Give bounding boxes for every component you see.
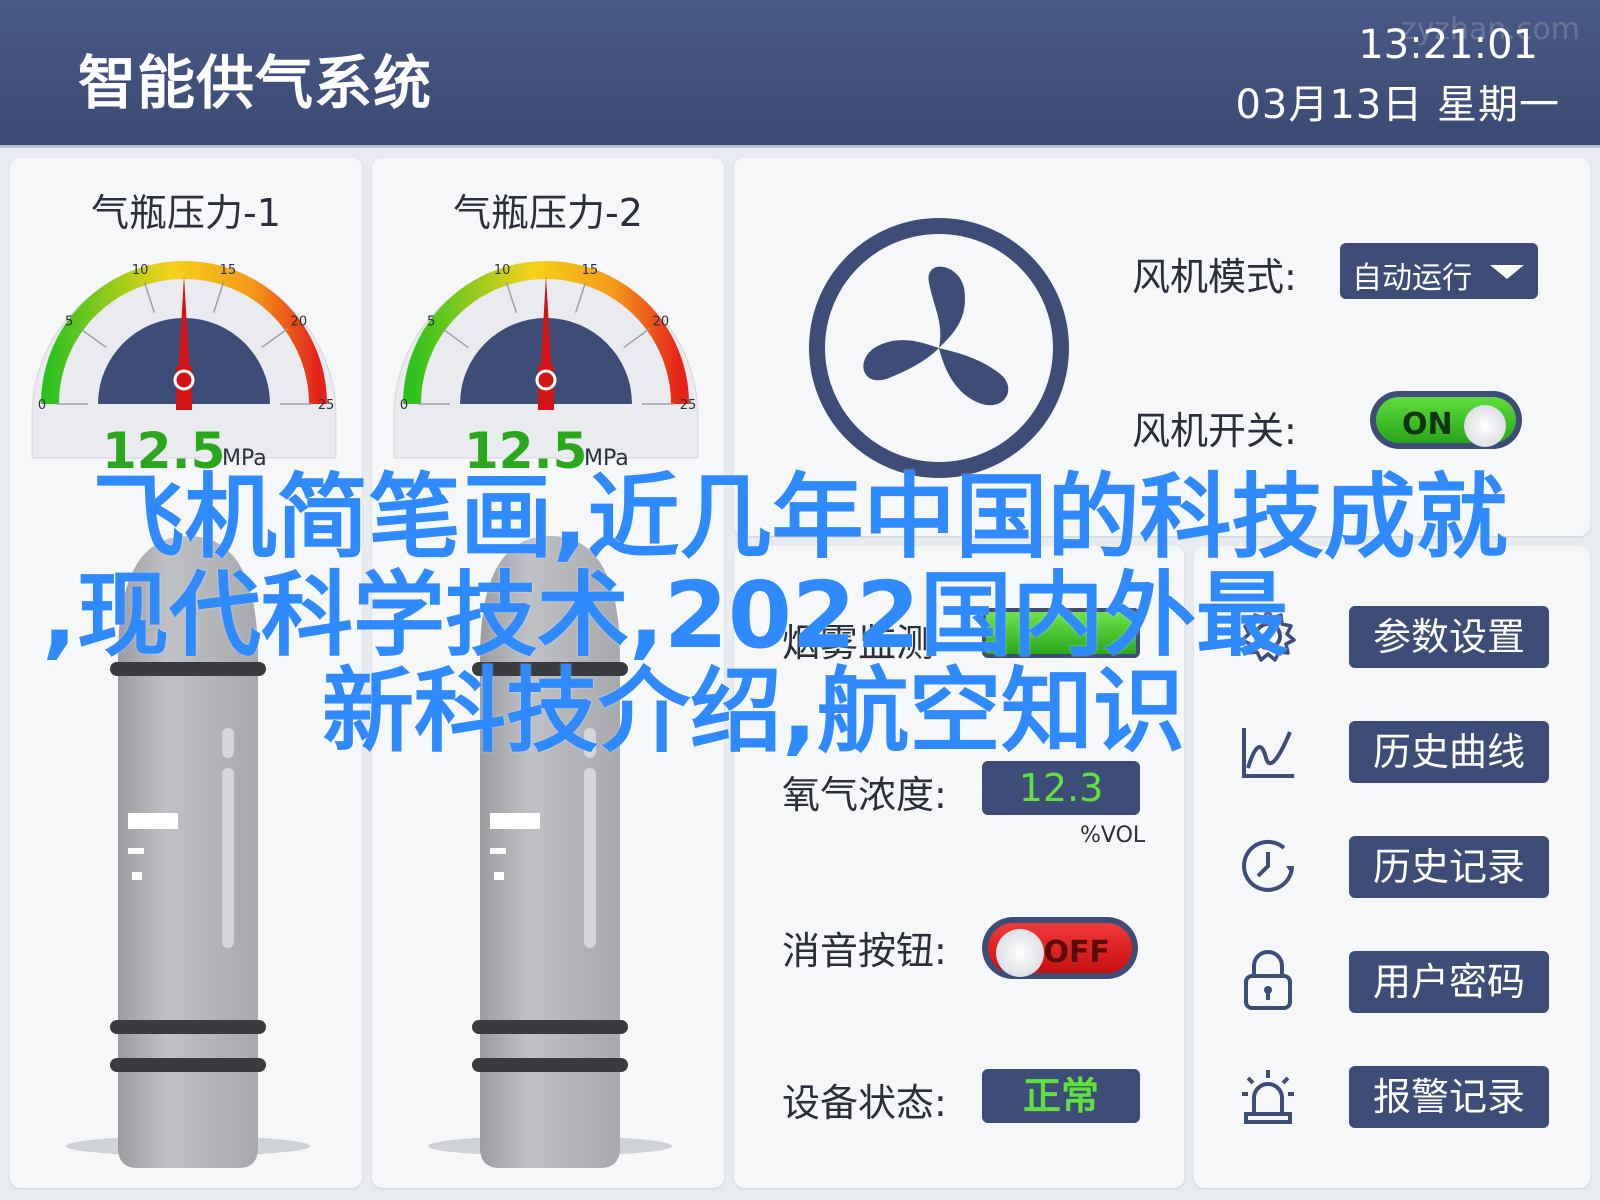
clock-time: 13:21:01	[1358, 22, 1538, 68]
alarm-icon	[1242, 1070, 1294, 1124]
gauge-tick-label: 0	[38, 398, 46, 413]
fan-mode-dropdown[interactable]: 自动运行	[1340, 243, 1538, 299]
lock-icon	[1244, 950, 1292, 1010]
device-status-label: 设备状态:	[782, 1081, 947, 1125]
menu-button-params[interactable]: 参数设置	[1349, 606, 1549, 668]
overlay-caption-line-2: ,现代科学技术,2022国内外最	[42, 562, 1288, 669]
toggle-knob	[996, 929, 1044, 977]
app-title: 智能供气系统	[78, 49, 433, 117]
gauge-tick-label: 25	[318, 398, 335, 413]
fan-switch-label: 风机开关:	[1132, 409, 1297, 453]
fan-mode-value: 自动运行	[1352, 261, 1472, 296]
menu-button-user-password[interactable]: 用户密码	[1349, 951, 1549, 1013]
gauge-tick-label: 20	[653, 315, 670, 330]
device-status-badge: 正常	[982, 1069, 1140, 1123]
chevron-down-icon	[1490, 265, 1524, 279]
gauge-tick-label: 15	[582, 263, 599, 278]
overlay-caption-line-3: 新科技介绍,航空知识	[322, 658, 1185, 765]
overlay-caption-line-1: 飞机简笔画,近几年中国的科技成就	[92, 464, 1508, 571]
menu-button-alarm-records[interactable]: 报警记录	[1349, 1066, 1549, 1128]
gauge-tick-label: 25	[680, 398, 697, 413]
cylinder-panel-1: 气瓶压力-1 0 5 10 15 20 25 12.5 MPa	[10, 158, 362, 1188]
oxygen-value: 12.3	[982, 761, 1140, 815]
mute-label: 消音按钮:	[782, 929, 947, 973]
mute-toggle[interactable]: OFF	[982, 917, 1138, 979]
fan-switch-state: ON	[1402, 407, 1453, 442]
gauge-tick-label: 0	[400, 398, 408, 413]
clock-date: 03月13日 星期一	[1235, 82, 1560, 128]
gauge-tick-label: 10	[132, 263, 149, 278]
gauge-tick-label: 20	[291, 315, 308, 330]
top-bar: 智能供气系统 zyzhan.com 13:21:01 03月13日 星期一	[0, 0, 1600, 148]
gauge-and-cylinder-1: 0 5 10 15 20 25	[31, 261, 337, 1168]
menu-button-history-records[interactable]: 历史记录	[1349, 836, 1549, 898]
gauge-tick-label: 5	[65, 315, 73, 330]
gauge-tick-label: 10	[494, 263, 511, 278]
mute-state: OFF	[1043, 935, 1111, 970]
fan-icon	[809, 218, 1069, 478]
clock-icon	[1242, 839, 1294, 892]
toggle-track: OFF	[988, 923, 1132, 977]
oxygen-unit: %VOL	[1080, 823, 1146, 848]
oxygen-label: 氧气浓度:	[782, 773, 947, 817]
fan-mode-label: 风机模式:	[1132, 255, 1297, 299]
gauge-tick-label: 15	[220, 263, 237, 278]
fan-switch-toggle[interactable]: ON	[1370, 391, 1522, 449]
toggle-knob	[1464, 405, 1506, 447]
toggle-track: ON	[1376, 397, 1516, 447]
gauge-tick-label: 5	[427, 315, 435, 330]
